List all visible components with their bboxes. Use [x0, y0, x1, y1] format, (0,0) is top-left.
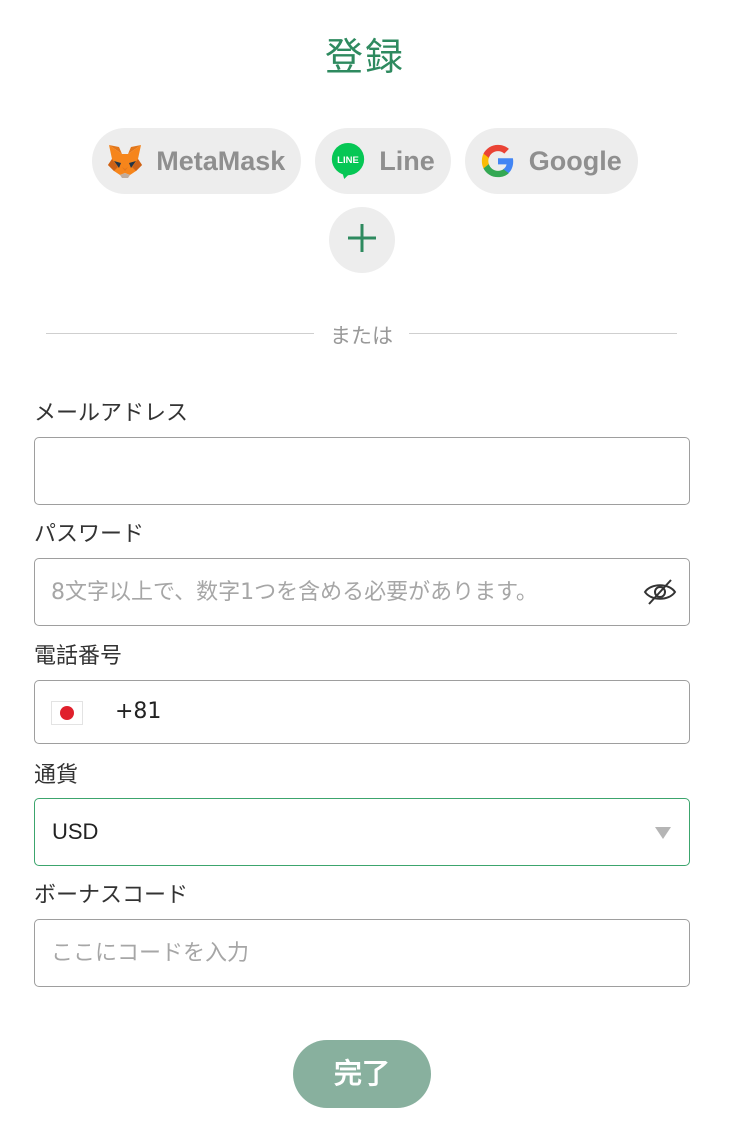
or-divider: または — [46, 318, 677, 348]
plus-icon — [346, 222, 378, 258]
google-icon — [479, 142, 517, 180]
page-title: 登録 — [324, 35, 405, 79]
japan-flag-icon[interactable] — [51, 701, 83, 725]
phone-field-wrapper: +81 — [34, 680, 690, 744]
currency-label: 通貨 — [34, 763, 79, 788]
svg-text:LINE: LINE — [337, 155, 359, 166]
line-button[interactable]: LINE Line — [315, 128, 451, 194]
email-field[interactable] — [35, 438, 689, 504]
metamask-fox-icon — [106, 142, 144, 180]
line-icon: LINE — [329, 142, 367, 180]
submit-button[interactable]: 完了 — [293, 1040, 431, 1108]
password-field[interactable] — [35, 559, 689, 625]
caret-down-icon — [655, 827, 671, 839]
email-field-wrapper — [34, 437, 690, 505]
google-label: Google — [528, 145, 622, 176]
email-label: メールアドレス — [34, 401, 189, 426]
metamask-button[interactable]: MetaMask — [92, 128, 302, 194]
bonus-code-field-wrapper — [34, 919, 690, 987]
phone-label: 電話番号 — [34, 644, 123, 669]
bonus-code-field[interactable] — [35, 920, 689, 986]
eye-off-icon[interactable] — [643, 577, 677, 607]
social-login-row: MetaMask LINE Line Google — [0, 128, 730, 194]
metamask-label: MetaMask — [156, 145, 286, 176]
google-button[interactable]: Google — [464, 128, 638, 194]
password-label: パスワード — [34, 522, 145, 547]
currency-selected-value: USD — [52, 819, 99, 844]
phone-country-code: +81 — [115, 699, 162, 724]
more-login-options-button[interactable] — [329, 207, 395, 273]
currency-select[interactable]: USD — [34, 798, 690, 866]
line-label: Line — [379, 145, 435, 176]
bonus-code-label: ボーナスコード — [34, 883, 189, 908]
divider-text: または — [330, 324, 393, 348]
divider-line-right — [409, 333, 677, 334]
password-field-wrapper — [34, 558, 690, 626]
